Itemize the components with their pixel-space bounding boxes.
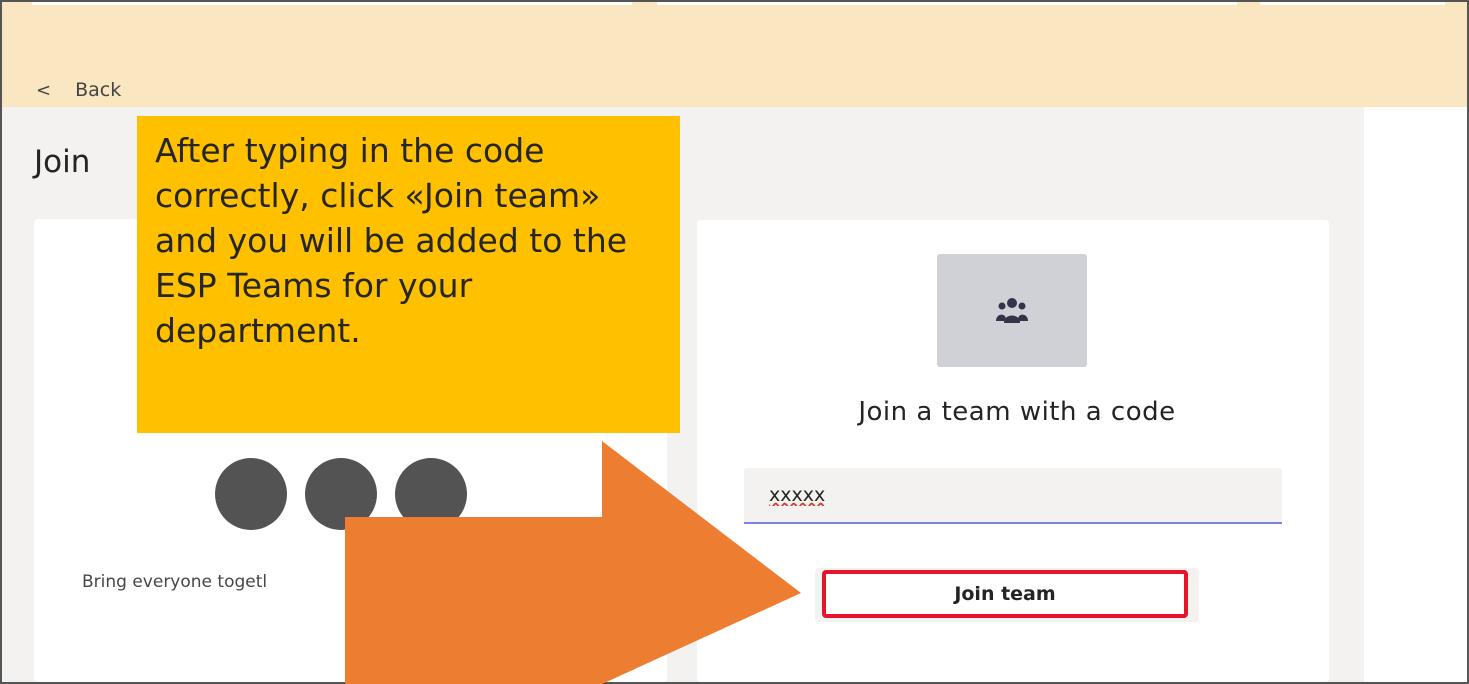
pointing-arrow bbox=[345, 441, 801, 684]
instruction-callout: After typing in the code correctly, clic… bbox=[137, 116, 680, 433]
